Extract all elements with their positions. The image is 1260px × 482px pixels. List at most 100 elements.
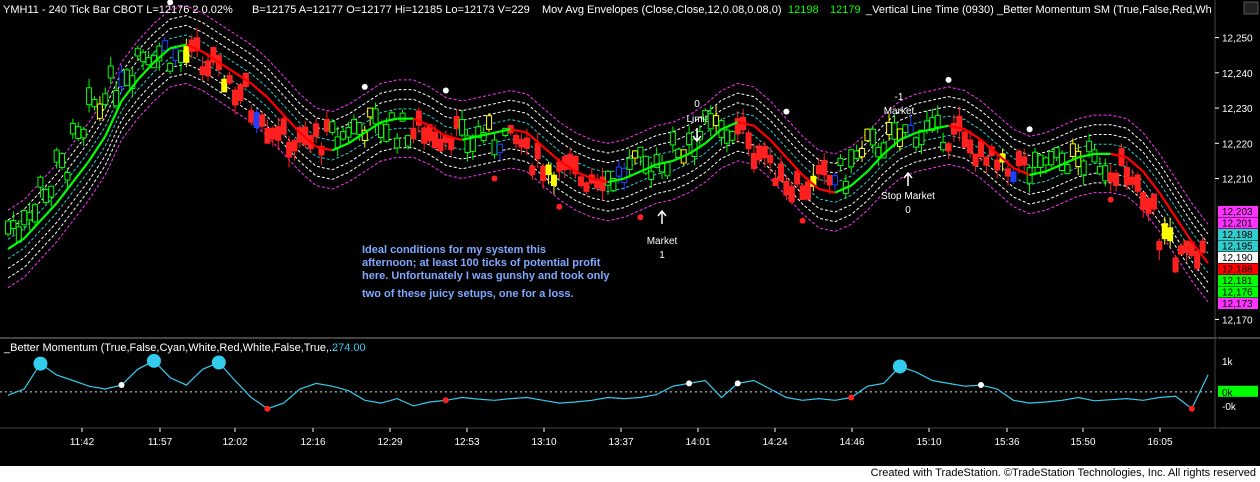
momentum-panel[interactable]: 1k 0k -0k xyxy=(0,353,1258,413)
candle-body[interactable] xyxy=(145,57,152,66)
candle-body[interactable] xyxy=(356,122,363,135)
candle-body[interactable] xyxy=(832,175,839,186)
candle-body[interactable] xyxy=(21,210,28,226)
candle-body[interactable] xyxy=(1129,176,1136,185)
candle-body[interactable] xyxy=(80,128,87,139)
candle-body[interactable] xyxy=(869,128,876,146)
candle-body[interactable] xyxy=(723,129,730,144)
candle-body[interactable] xyxy=(172,48,179,62)
candle-body[interactable] xyxy=(334,136,341,149)
candle-body[interactable] xyxy=(615,166,622,177)
candle-body[interactable] xyxy=(859,147,866,158)
candle-body[interactable] xyxy=(940,141,947,151)
candle-body[interactable] xyxy=(534,142,541,160)
candle-body[interactable] xyxy=(734,118,741,135)
candle-body[interactable] xyxy=(632,150,639,159)
candle-body[interactable] xyxy=(983,156,990,166)
candle-body[interactable] xyxy=(394,137,401,149)
candle-body[interactable] xyxy=(540,165,547,182)
candle-body[interactable] xyxy=(1010,171,1017,183)
candle-body[interactable] xyxy=(1064,164,1071,175)
candle-body[interactable] xyxy=(761,145,768,159)
candle-body[interactable] xyxy=(286,141,293,158)
candle-body[interactable] xyxy=(102,93,109,106)
candle-body[interactable] xyxy=(977,140,984,158)
candle-body[interactable] xyxy=(961,131,968,148)
candle-body[interactable] xyxy=(626,157,633,170)
candle-body[interactable] xyxy=(707,113,714,130)
scroll-up-button[interactable] xyxy=(1243,1,1259,15)
candle-body[interactable] xyxy=(1086,140,1093,153)
candle-body[interactable] xyxy=(1096,165,1103,175)
candle-body[interactable] xyxy=(1048,151,1055,166)
candle-body[interactable] xyxy=(32,204,39,223)
candle-body[interactable] xyxy=(64,171,71,181)
candle-body[interactable] xyxy=(1113,172,1120,186)
candle-body[interactable] xyxy=(405,135,411,147)
candle-body[interactable] xyxy=(891,122,898,140)
candle-body[interactable] xyxy=(848,149,855,168)
candle-body[interactable] xyxy=(545,164,552,176)
candle-body[interactable] xyxy=(437,138,444,152)
candle-body[interactable] xyxy=(513,134,520,145)
price-panel[interactable] xyxy=(5,0,1209,303)
candle-body[interactable] xyxy=(48,185,55,198)
candle-body[interactable] xyxy=(713,115,720,127)
candle-body[interactable] xyxy=(923,120,930,131)
candle-body[interactable] xyxy=(340,131,347,140)
candle-body[interactable] xyxy=(199,66,206,76)
candle-body[interactable] xyxy=(826,175,833,186)
candle-body[interactable] xyxy=(275,126,282,141)
candle-body[interactable] xyxy=(269,127,276,140)
candle-body[interactable] xyxy=(350,119,357,135)
candle-body[interactable] xyxy=(367,107,374,118)
candle-body[interactable] xyxy=(1042,157,1049,166)
candle-body[interactable] xyxy=(756,145,763,161)
candle-body[interactable] xyxy=(1199,240,1206,254)
candle-body[interactable] xyxy=(123,69,130,87)
candle-body[interactable] xyxy=(69,122,76,135)
candle-body[interactable] xyxy=(664,161,671,177)
candle-body[interactable] xyxy=(805,181,811,200)
candle-body[interactable] xyxy=(37,176,44,188)
candle-body[interactable] xyxy=(1123,167,1130,186)
candle-body[interactable] xyxy=(1156,241,1163,251)
candle-body[interactable] xyxy=(529,165,536,176)
candle-body[interactable] xyxy=(1037,154,1044,168)
candle-body[interactable] xyxy=(967,139,974,154)
candle-body[interactable] xyxy=(291,140,298,152)
candle-body[interactable] xyxy=(459,119,466,136)
candle-body[interactable] xyxy=(972,153,979,167)
candle-body[interactable] xyxy=(767,154,774,164)
candle-body[interactable] xyxy=(237,84,244,101)
candle-body[interactable] xyxy=(648,170,655,181)
candle-body[interactable] xyxy=(26,211,33,221)
candle-body[interactable] xyxy=(1015,151,1022,166)
candle-body[interactable] xyxy=(134,47,141,57)
candle-body[interactable] xyxy=(248,110,255,123)
candle-body[interactable] xyxy=(10,220,17,229)
candle-body[interactable] xyxy=(86,87,93,106)
candle-body[interactable] xyxy=(745,132,752,150)
candle-body[interactable] xyxy=(1053,147,1060,159)
candle-body[interactable] xyxy=(53,149,60,163)
candle-body[interactable] xyxy=(815,165,822,175)
candle-body[interactable] xyxy=(875,146,882,158)
candle-body[interactable] xyxy=(415,110,422,126)
candle-body[interactable] xyxy=(934,114,941,128)
candle-body[interactable] xyxy=(821,160,828,176)
candle-body[interactable] xyxy=(399,112,406,122)
candle-body[interactable] xyxy=(913,137,920,148)
candle-body[interactable] xyxy=(945,143,952,152)
candle-body[interactable] xyxy=(864,128,871,142)
candle-body[interactable] xyxy=(577,176,584,186)
candle-body[interactable] xyxy=(177,50,184,63)
candle-body[interactable] xyxy=(788,186,795,203)
candle-body[interactable] xyxy=(1172,257,1179,273)
candle-body[interactable] xyxy=(675,148,682,158)
candle-body[interactable] xyxy=(1091,149,1098,163)
candle-body[interactable] xyxy=(421,127,428,144)
candle-body[interactable] xyxy=(750,152,757,170)
candle-body[interactable] xyxy=(313,123,320,137)
candle-body[interactable] xyxy=(107,65,114,79)
